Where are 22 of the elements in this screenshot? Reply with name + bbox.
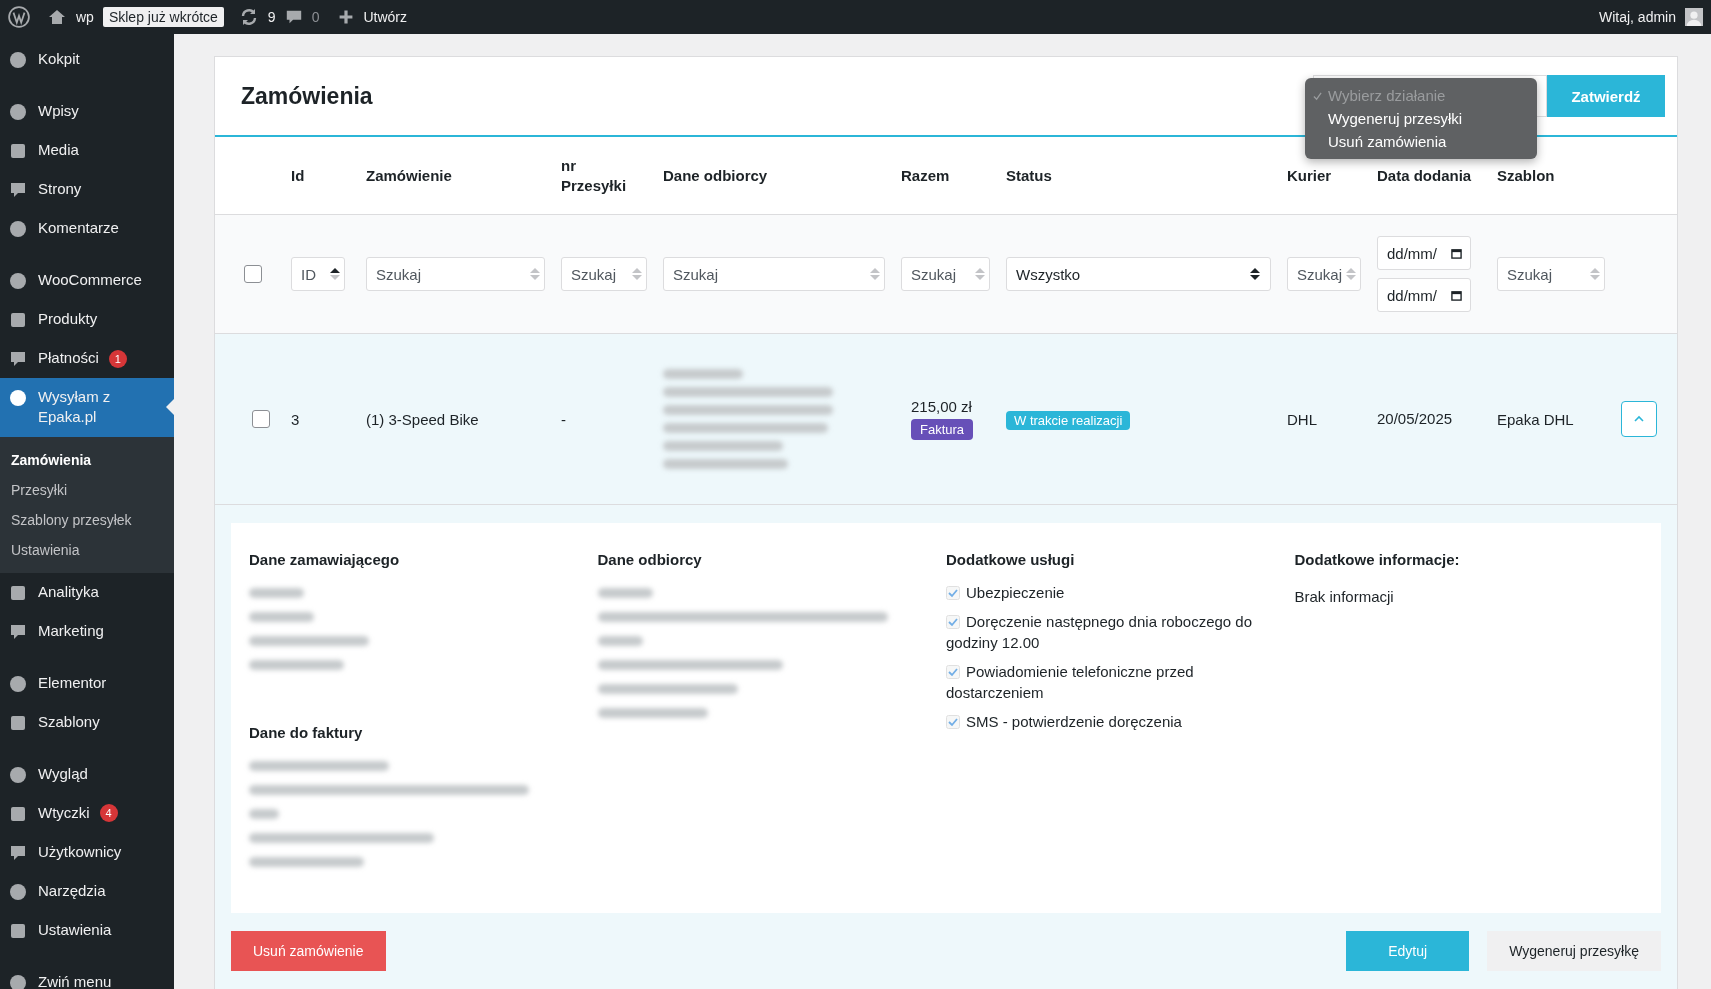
- service-option: Powiadomienie telefoniczne przed dostarczeniem: [946, 661, 1295, 703]
- count-badge: 1: [108, 349, 127, 368]
- service-option: Doręczenie następnego dnia roboczego do godziny 12.00: [946, 611, 1295, 653]
- table-cell-text: 3: [291, 410, 301, 428]
- section-title: Dane odbiorcy: [597, 551, 702, 568]
- section-title: Dodatkowe usługi: [946, 551, 1075, 568]
- table-cell-text: -: [561, 410, 567, 428]
- table-cell-text: (1) 3-Speed Bike: [366, 410, 480, 428]
- table-cell-text: DHL: [1287, 410, 1318, 428]
- info-text: Brak informacji: [1294, 588, 1394, 605]
- order-total: 215,00 zł: [911, 398, 972, 415]
- page-title: Zamówienia: [241, 82, 374, 110]
- count-badge: 4: [99, 804, 118, 822]
- service-option: Ubezpieczenie: [946, 582, 1095, 603]
- service-option: SMS - potwierdzenie doręczenia: [946, 711, 1212, 732]
- table-cell-text: Epaka DHL: [1497, 410, 1575, 428]
- section-title: Dane zamawiającego: [249, 551, 400, 568]
- invoice-badge: Faktura: [911, 419, 974, 440]
- section-title: Dane do faktury: [249, 724, 363, 741]
- table-cell-text: 20/05/2025: [1377, 409, 1454, 429]
- section-title: Dodatkowe informacje:: [1294, 551, 1460, 568]
- status-badge: W trakcie realizacji: [1006, 410, 1131, 430]
